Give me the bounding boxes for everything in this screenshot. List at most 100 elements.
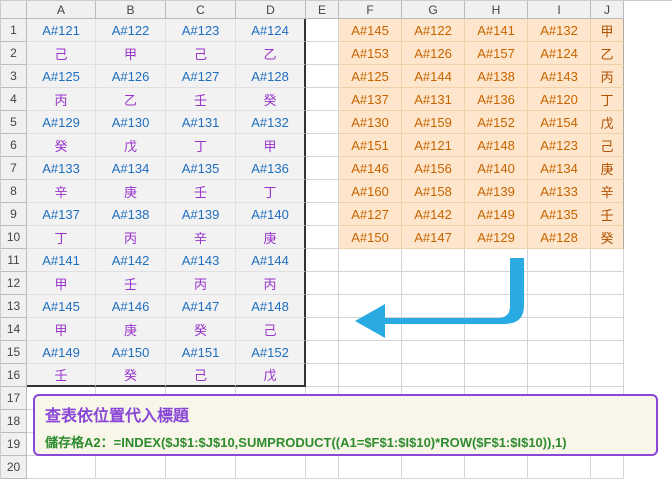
cell-I20[interactable] <box>528 456 591 479</box>
cell-D6[interactable]: 甲 <box>236 134 306 157</box>
cell-C2[interactable]: 己 <box>166 42 236 65</box>
cell-D12[interactable]: 丙 <box>236 272 306 295</box>
cell-J6[interactable]: 己 <box>591 134 624 157</box>
cell-E14[interactable] <box>306 318 339 341</box>
cell-H1[interactable]: A#141 <box>465 19 528 42</box>
cell-B2[interactable]: 甲 <box>96 42 166 65</box>
cell-D5[interactable]: A#132 <box>236 111 306 134</box>
cell-H8[interactable]: A#139 <box>465 180 528 203</box>
cell-F13[interactable] <box>339 295 402 318</box>
cell-D1[interactable]: A#124 <box>236 19 306 42</box>
row-header-19[interactable]: 19 <box>1 433 27 456</box>
col-header-H[interactable]: H <box>465 1 528 19</box>
cell-E15[interactable] <box>306 341 339 364</box>
cell-J20[interactable] <box>591 456 624 479</box>
row-header-10[interactable]: 10 <box>1 226 27 249</box>
cell-E2[interactable] <box>306 42 339 65</box>
cell-I4[interactable]: A#120 <box>528 88 591 111</box>
cell-E20[interactable] <box>306 456 339 479</box>
cell-B12[interactable]: 壬 <box>96 272 166 295</box>
cell-F8[interactable]: A#160 <box>339 180 402 203</box>
cell-I11[interactable] <box>528 249 591 272</box>
cell-H9[interactable]: A#149 <box>465 203 528 226</box>
cell-C8[interactable]: 壬 <box>166 180 236 203</box>
cell-D15[interactable]: A#152 <box>236 341 306 364</box>
cell-G1[interactable]: A#122 <box>402 19 465 42</box>
cell-H16[interactable] <box>465 364 528 387</box>
cell-J15[interactable] <box>591 341 624 364</box>
cell-A12[interactable]: 甲 <box>27 272 96 295</box>
cell-J10[interactable]: 癸 <box>591 226 624 249</box>
cell-D8[interactable]: 丁 <box>236 180 306 203</box>
cell-I13[interactable] <box>528 295 591 318</box>
cell-B20[interactable] <box>96 456 166 479</box>
cell-B16[interactable]: 癸 <box>96 364 166 387</box>
row-header-7[interactable]: 7 <box>1 157 27 180</box>
cell-I8[interactable]: A#133 <box>528 180 591 203</box>
row-header-2[interactable]: 2 <box>1 42 27 65</box>
row-header-13[interactable]: 13 <box>1 295 27 318</box>
cell-I5[interactable]: A#154 <box>528 111 591 134</box>
cell-J16[interactable] <box>591 364 624 387</box>
row-header-8[interactable]: 8 <box>1 180 27 203</box>
cell-J14[interactable] <box>591 318 624 341</box>
cell-H10[interactable]: A#129 <box>465 226 528 249</box>
cell-E13[interactable] <box>306 295 339 318</box>
cell-J3[interactable]: 丙 <box>591 65 624 88</box>
col-header-F[interactable]: F <box>339 1 402 19</box>
cell-H12[interactable] <box>465 272 528 295</box>
cell-E3[interactable] <box>306 65 339 88</box>
cell-A9[interactable]: A#137 <box>27 203 96 226</box>
row-header-4[interactable]: 4 <box>1 88 27 111</box>
cell-G14[interactable] <box>402 318 465 341</box>
cell-D9[interactable]: A#140 <box>236 203 306 226</box>
cell-F1[interactable]: A#145 <box>339 19 402 42</box>
cell-B1[interactable]: A#122 <box>96 19 166 42</box>
cell-I10[interactable]: A#128 <box>528 226 591 249</box>
cell-C5[interactable]: A#131 <box>166 111 236 134</box>
cell-C14[interactable]: 癸 <box>166 318 236 341</box>
cell-H14[interactable] <box>465 318 528 341</box>
cell-F15[interactable] <box>339 341 402 364</box>
cell-J8[interactable]: 辛 <box>591 180 624 203</box>
cell-G8[interactable]: A#158 <box>402 180 465 203</box>
cell-C11[interactable]: A#143 <box>166 249 236 272</box>
cell-I16[interactable] <box>528 364 591 387</box>
cell-H7[interactable]: A#140 <box>465 157 528 180</box>
cell-E10[interactable] <box>306 226 339 249</box>
cell-F12[interactable] <box>339 272 402 295</box>
cell-E4[interactable] <box>306 88 339 111</box>
cell-C4[interactable]: 壬 <box>166 88 236 111</box>
cell-H2[interactable]: A#157 <box>465 42 528 65</box>
row-header-14[interactable]: 14 <box>1 318 27 341</box>
cell-A8[interactable]: 辛 <box>27 180 96 203</box>
cell-J11[interactable] <box>591 249 624 272</box>
cell-B15[interactable]: A#150 <box>96 341 166 364</box>
cell-A13[interactable]: A#145 <box>27 295 96 318</box>
cell-G3[interactable]: A#144 <box>402 65 465 88</box>
cell-E6[interactable] <box>306 134 339 157</box>
cell-B13[interactable]: A#146 <box>96 295 166 318</box>
cell-G10[interactable]: A#147 <box>402 226 465 249</box>
cell-H4[interactable]: A#136 <box>465 88 528 111</box>
cell-C6[interactable]: 丁 <box>166 134 236 157</box>
cell-B14[interactable]: 庚 <box>96 318 166 341</box>
cell-C7[interactable]: A#135 <box>166 157 236 180</box>
cell-F20[interactable] <box>339 456 402 479</box>
cell-F10[interactable]: A#150 <box>339 226 402 249</box>
row-header-15[interactable]: 15 <box>1 341 27 364</box>
cell-B6[interactable]: 戊 <box>96 134 166 157</box>
cell-G4[interactable]: A#131 <box>402 88 465 111</box>
cell-F11[interactable] <box>339 249 402 272</box>
cell-G9[interactable]: A#142 <box>402 203 465 226</box>
row-header-1[interactable]: 1 <box>1 19 27 42</box>
cell-I7[interactable]: A#134 <box>528 157 591 180</box>
cell-J1[interactable]: 甲 <box>591 19 624 42</box>
cell-F9[interactable]: A#127 <box>339 203 402 226</box>
cell-G7[interactable]: A#156 <box>402 157 465 180</box>
cell-B10[interactable]: 丙 <box>96 226 166 249</box>
row-header-5[interactable]: 5 <box>1 111 27 134</box>
cell-E1[interactable] <box>306 19 339 42</box>
cell-C12[interactable]: 丙 <box>166 272 236 295</box>
cell-I15[interactable] <box>528 341 591 364</box>
